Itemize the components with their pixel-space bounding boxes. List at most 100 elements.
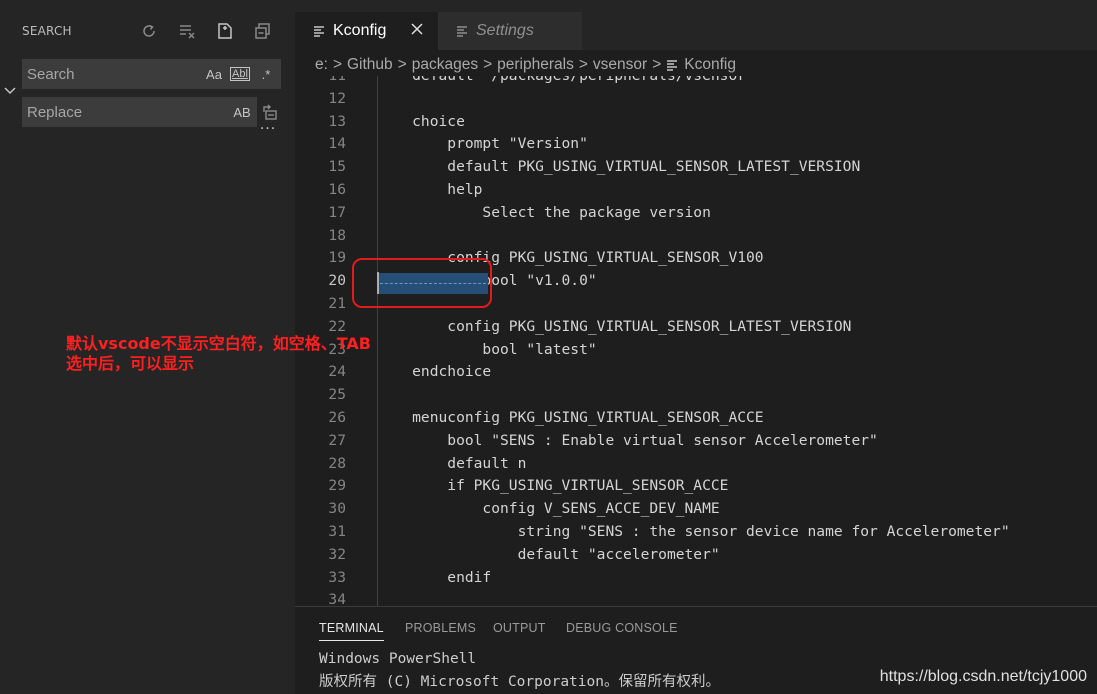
breadcrumb-item[interactable]: vsensor <box>593 56 647 74</box>
code-line: 13 choice <box>295 110 1097 133</box>
breadcrumb-item[interactable]: e: <box>315 56 328 74</box>
line-number: 25 <box>328 386 346 404</box>
replace-box: AB <box>22 97 257 127</box>
code-line: 14 prompt "Version" <box>295 132 1097 155</box>
panel-tab-problems[interactable]: PROBLEMS <box>405 621 476 635</box>
new-search-editor-button[interactable] <box>212 18 238 44</box>
clear-results-icon <box>180 25 195 39</box>
tab-kconfig[interactable]: Kconfig <box>295 12 438 50</box>
code-line: 16 help <box>295 178 1097 201</box>
code-line: 27 bool "SENS : Enable virtual sensor Ac… <box>295 429 1097 452</box>
editor-tab-bar: Kconfig Settings <box>295 0 1097 50</box>
code-line: 18 <box>295 224 1097 247</box>
line-number: 19 <box>328 249 346 267</box>
match-case-toggle[interactable]: Aa <box>203 63 225 85</box>
search-box: Aa Abl .* <box>22 59 281 89</box>
code-line: 32 default "accelerometer" <box>295 543 1097 566</box>
file-lines-icon <box>457 26 467 37</box>
breadcrumb-item[interactable]: packages <box>412 56 478 74</box>
code-line: 23 bool "latest" <box>295 338 1097 361</box>
preserve-case-toggle[interactable]: AB <box>231 101 253 123</box>
code-text: help <box>377 181 483 198</box>
code-editor[interactable]: 11 default "/packages/peripherals/vsenso… <box>295 76 1097 606</box>
annotation-line-2: 选中后，可以显示 <box>66 354 195 373</box>
file-lines-icon <box>314 26 324 37</box>
refresh-icon <box>143 24 155 37</box>
line-number: 12 <box>328 89 346 107</box>
code-text: endchoice <box>377 363 492 381</box>
code-text: endif <box>377 568 492 586</box>
line-number: 13 <box>328 112 346 130</box>
chevron-right-icon: > <box>652 56 662 73</box>
code-line: 26 menuconfig PKG_USING_VIRTUAL_SENSOR_A… <box>295 406 1097 429</box>
whole-word-toggle[interactable]: Abl <box>229 63 251 85</box>
tab-settings[interactable]: Settings <box>438 12 582 50</box>
chevron-right-icon: > <box>397 56 407 73</box>
breadcrumb-item[interactable]: Github <box>347 56 393 74</box>
code-text: choice <box>377 112 465 130</box>
chevron-right-icon: > <box>578 56 588 73</box>
code-line: 29 if PKG_USING_VIRTUAL_SENSOR_ACCE <box>295 474 1097 497</box>
new-search-editor-icon <box>218 23 232 39</box>
regex-toggle[interactable]: .* <box>255 63 277 85</box>
code-line: 30 config V_SENS_ACCE_DEV_NAME <box>295 497 1097 520</box>
collapse-all-button[interactable] <box>250 18 276 44</box>
chevron-right-icon: > <box>332 56 342 73</box>
code-line: 28 default n <box>295 452 1097 475</box>
watermark: https://blog.csdn.net/tcjy1000 <box>879 668 1087 685</box>
search-options: Aa Abl .* <box>203 63 277 85</box>
code-line: 11 default "/packages/peripherals/vsenso… <box>295 76 1097 87</box>
replace-input[interactable] <box>27 103 192 121</box>
replace-options: AB <box>231 101 253 123</box>
line-number: 20 <box>328 272 346 290</box>
tab-label: Kconfig <box>333 22 387 39</box>
line-number: 14 <box>328 135 346 153</box>
code-line: 17 Select the package version <box>295 201 1097 224</box>
annotation-note: 默认vscode不显示空白符，如空格、TAB 选中后，可以显示 <box>66 334 371 374</box>
line-number: 15 <box>328 158 346 176</box>
toggle-replace-chevron-icon[interactable] <box>3 84 17 98</box>
collapse-all-icon <box>255 23 270 39</box>
code-line: 22 config PKG_USING_VIRTUAL_SENSOR_LATES… <box>295 315 1097 338</box>
code-line: 34 <box>295 588 1097 606</box>
breadcrumb-item[interactable]: peripherals <box>497 56 574 74</box>
whole-word-label: Abl <box>230 67 250 81</box>
line-number: 16 <box>328 181 346 198</box>
line-number: 27 <box>328 431 346 449</box>
code-line: 15 default PKG_USING_VIRTUAL_SENSOR_LATE… <box>295 155 1097 178</box>
line-number: 33 <box>328 568 346 586</box>
line-number: 34 <box>328 591 346 606</box>
panel-tab-debug-console[interactable]: DEBUG CONSOLE <box>566 621 678 635</box>
chevron-right-icon: > <box>483 56 493 73</box>
panel-tab-output[interactable]: OUTPUT <box>493 621 546 635</box>
code-text: config V_SENS_ACCE_DEV_NAME <box>377 500 720 518</box>
line-number: 21 <box>328 295 346 312</box>
code-text: if PKG_USING_VIRTUAL_SENSOR_ACCE <box>377 477 729 495</box>
breadcrumb-file[interactable]: Kconfig <box>684 56 736 74</box>
panel-tab-terminal[interactable]: TERMINAL <box>319 621 384 641</box>
code-text: Select the package version <box>377 203 711 221</box>
sidebar-title: SEARCH <box>22 24 72 38</box>
code-line: 24 endchoice <box>295 360 1097 383</box>
search-input[interactable] <box>27 65 192 83</box>
code-text: default PKG_USING_VIRTUAL_SENSOR_LATEST_… <box>377 158 861 176</box>
code-line: 12 <box>295 87 1097 110</box>
line-number: 32 <box>328 545 346 563</box>
code-text: default "accelerometer" <box>377 545 720 563</box>
code-text: config PKG_USING_VIRTUAL_SENSOR_LATEST_V… <box>377 317 852 335</box>
line-number: 18 <box>328 226 346 244</box>
annotation-highlight-box <box>352 258 492 308</box>
tab-label: Settings <box>476 22 534 39</box>
close-icon[interactable] <box>410 22 424 36</box>
toggle-search-details-button[interactable]: ··· <box>258 122 278 140</box>
code-text: default "/packages/peripherals/vsensor" <box>377 76 755 87</box>
line-number: 17 <box>328 203 346 221</box>
line-number: 30 <box>328 500 346 518</box>
line-number: 11 <box>295 76 346 87</box>
replace-all-icon <box>263 104 277 120</box>
code-text: default n <box>377 454 527 472</box>
refresh-button[interactable] <box>136 18 162 44</box>
code-text: bool "SENS : Enable virtual sensor Accel… <box>377 431 878 449</box>
clear-results-button[interactable] <box>174 18 200 44</box>
indent-guide <box>377 76 378 606</box>
